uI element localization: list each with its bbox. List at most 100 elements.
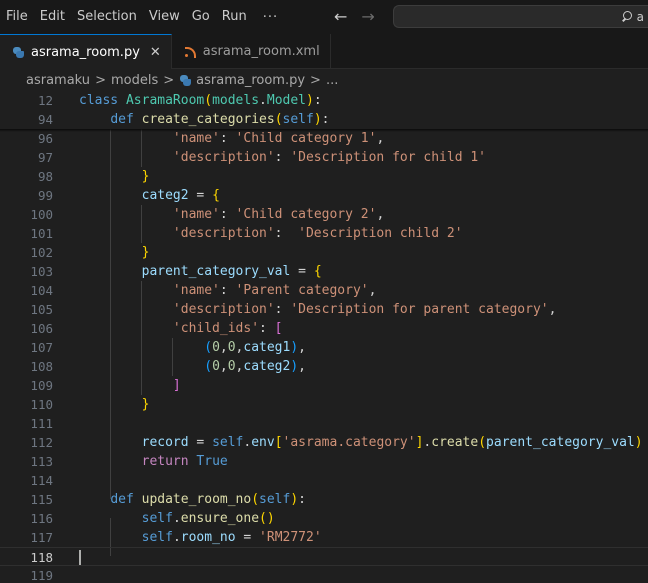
menu-selection[interactable]: Selection [71, 0, 143, 34]
code-token: : [313, 93, 322, 108]
menu-bar: File Edit Selection View Go Run ··· [0, 0, 288, 34]
code-line[interactable]: 102 } [0, 243, 648, 262]
tab-asrama-room-xml[interactable]: asrama_room.xml [172, 34, 331, 69]
code-token: 'name' [172, 207, 220, 222]
code-token: 'asrama.category' [282, 435, 416, 450]
code-line[interactable]: 99 categ2 = { [0, 186, 648, 205]
code-line[interactable]: 116 self.ensure_one() [0, 509, 648, 528]
code-token: , [548, 302, 557, 317]
code-token: [ [274, 435, 283, 450]
code-token: def [110, 112, 142, 127]
breadcrumb-item-asramaku[interactable]: asramaku [26, 73, 90, 88]
code-line[interactable]: 108 (0,0,categ2), [0, 357, 648, 376]
search-icon [621, 10, 633, 23]
code-line[interactable]: 114 [0, 471, 648, 490]
current-code-line[interactable]: 118 [0, 547, 648, 566]
code-line[interactable]: 100 'name': 'Child category 2', [0, 205, 648, 224]
code-token: ( [204, 359, 213, 374]
close-icon[interactable]: ✕ [150, 45, 161, 60]
tab-label: asrama_room.xml [202, 44, 320, 59]
code-line[interactable]: 112 record = self.env['asrama.category']… [0, 433, 648, 452]
code-token: ) [306, 93, 314, 108]
rss-file-icon [184, 45, 197, 58]
code-token: self [141, 530, 173, 545]
code-line[interactable]: 115 def update_room_no(self): [0, 490, 648, 509]
line-number: 115 [30, 492, 53, 507]
code-text: (0,0,categ2), [79, 357, 306, 376]
code-line[interactable]: 105 'description': 'Description for pare… [0, 300, 648, 319]
code-line[interactable]: 107 (0,0,categ1), [0, 338, 648, 357]
line-number: 112 [30, 435, 53, 450]
code-token: models [212, 93, 260, 108]
code-text: 'description': 'Description for parent c… [79, 300, 557, 319]
code-text: (0,0,categ1), [79, 338, 306, 357]
code-token: { [212, 188, 220, 203]
code-token: def [110, 492, 142, 507]
code-line[interactable]: 12 class AsramaRoom(models.Model): [0, 91, 648, 110]
code-token: 'name' [172, 283, 220, 298]
code-text: record = self.env['asrama.category'].cre… [79, 433, 643, 452]
chevron-right-icon: > [163, 72, 175, 88]
code-line[interactable]: 110 } [0, 395, 648, 414]
code-token: 'Description for parent category' [290, 302, 549, 317]
menu-edit[interactable]: Edit [34, 0, 71, 34]
code-line[interactable]: 109 ] [0, 376, 648, 395]
code-token: 'description' [172, 302, 275, 317]
line-number: 12 [37, 93, 53, 108]
code-token: = [235, 530, 260, 545]
code-line[interactable]: 113 return True [0, 452, 648, 471]
code-text: 'description': 'Description for child 1' [79, 148, 486, 167]
line-number: 114 [30, 473, 53, 488]
menu-file[interactable]: File [0, 0, 34, 34]
code-token: 'Description for child 1' [290, 150, 486, 165]
command-center-search[interactable]: a [393, 5, 648, 28]
code-token: : [219, 131, 236, 146]
title-bar: File Edit Selection View Go Run ··· ← → … [0, 0, 648, 34]
code-line[interactable]: 119 [0, 566, 648, 583]
breadcrumb-item-symbol[interactable]: ... [326, 73, 338, 88]
more-menu-button[interactable]: ··· [253, 10, 288, 25]
line-number: 107 [30, 340, 53, 355]
code-line[interactable]: 101 'description': 'Description child 2' [0, 224, 648, 243]
breadcrumb-item-models[interactable]: models [111, 73, 158, 88]
chevron-right-icon: > [310, 72, 321, 88]
code-token: ( [204, 340, 213, 355]
code-token: AsramaRoom [125, 93, 205, 108]
back-arrow-icon[interactable]: ← [334, 0, 347, 34]
code-token: self [141, 511, 173, 526]
code-line[interactable]: 111 [0, 414, 648, 433]
menu-view[interactable]: View [143, 0, 186, 34]
code-line[interactable]: 103 parent_category_val = { [0, 262, 648, 281]
menu-run[interactable]: Run [216, 0, 253, 34]
code-text: categ2 = { [79, 186, 220, 205]
code-token: : [219, 207, 236, 222]
breadcrumb-item-file[interactable]: asrama_room.py [196, 73, 305, 88]
code-token: categ1 [243, 340, 291, 355]
code-editor[interactable]: 12 class AsramaRoom(models.Model): 94 def … [0, 91, 648, 583]
code-line[interactable]: 94 def create_categories(self): [0, 110, 648, 129]
tab-asrama-room-py[interactable]: asrama_room.py ✕ [0, 34, 172, 69]
text-cursor [79, 550, 81, 565]
code-line[interactable]: 106 'child_ids': [ [0, 319, 648, 338]
line-number: 102 [30, 245, 53, 260]
line-number: 111 [30, 416, 53, 431]
menu-go[interactable]: Go [186, 0, 216, 34]
line-number: 117 [30, 530, 53, 545]
code-token: ] [172, 378, 181, 393]
code-line[interactable]: 104 'name': 'Parent category', [0, 281, 648, 300]
code-line[interactable]: 117 self.room_no = 'RM2772' [0, 528, 648, 547]
code-token: , [298, 359, 306, 374]
chevron-right-icon: > [95, 72, 106, 88]
code-line[interactable]: 97 'description': 'Description for child… [0, 148, 648, 167]
code-token: self [212, 435, 244, 450]
forward-arrow-icon[interactable]: → [361, 0, 374, 34]
code-token: ( [478, 435, 487, 450]
code-line[interactable]: 98 } [0, 167, 648, 186]
code-token: . [259, 93, 267, 108]
